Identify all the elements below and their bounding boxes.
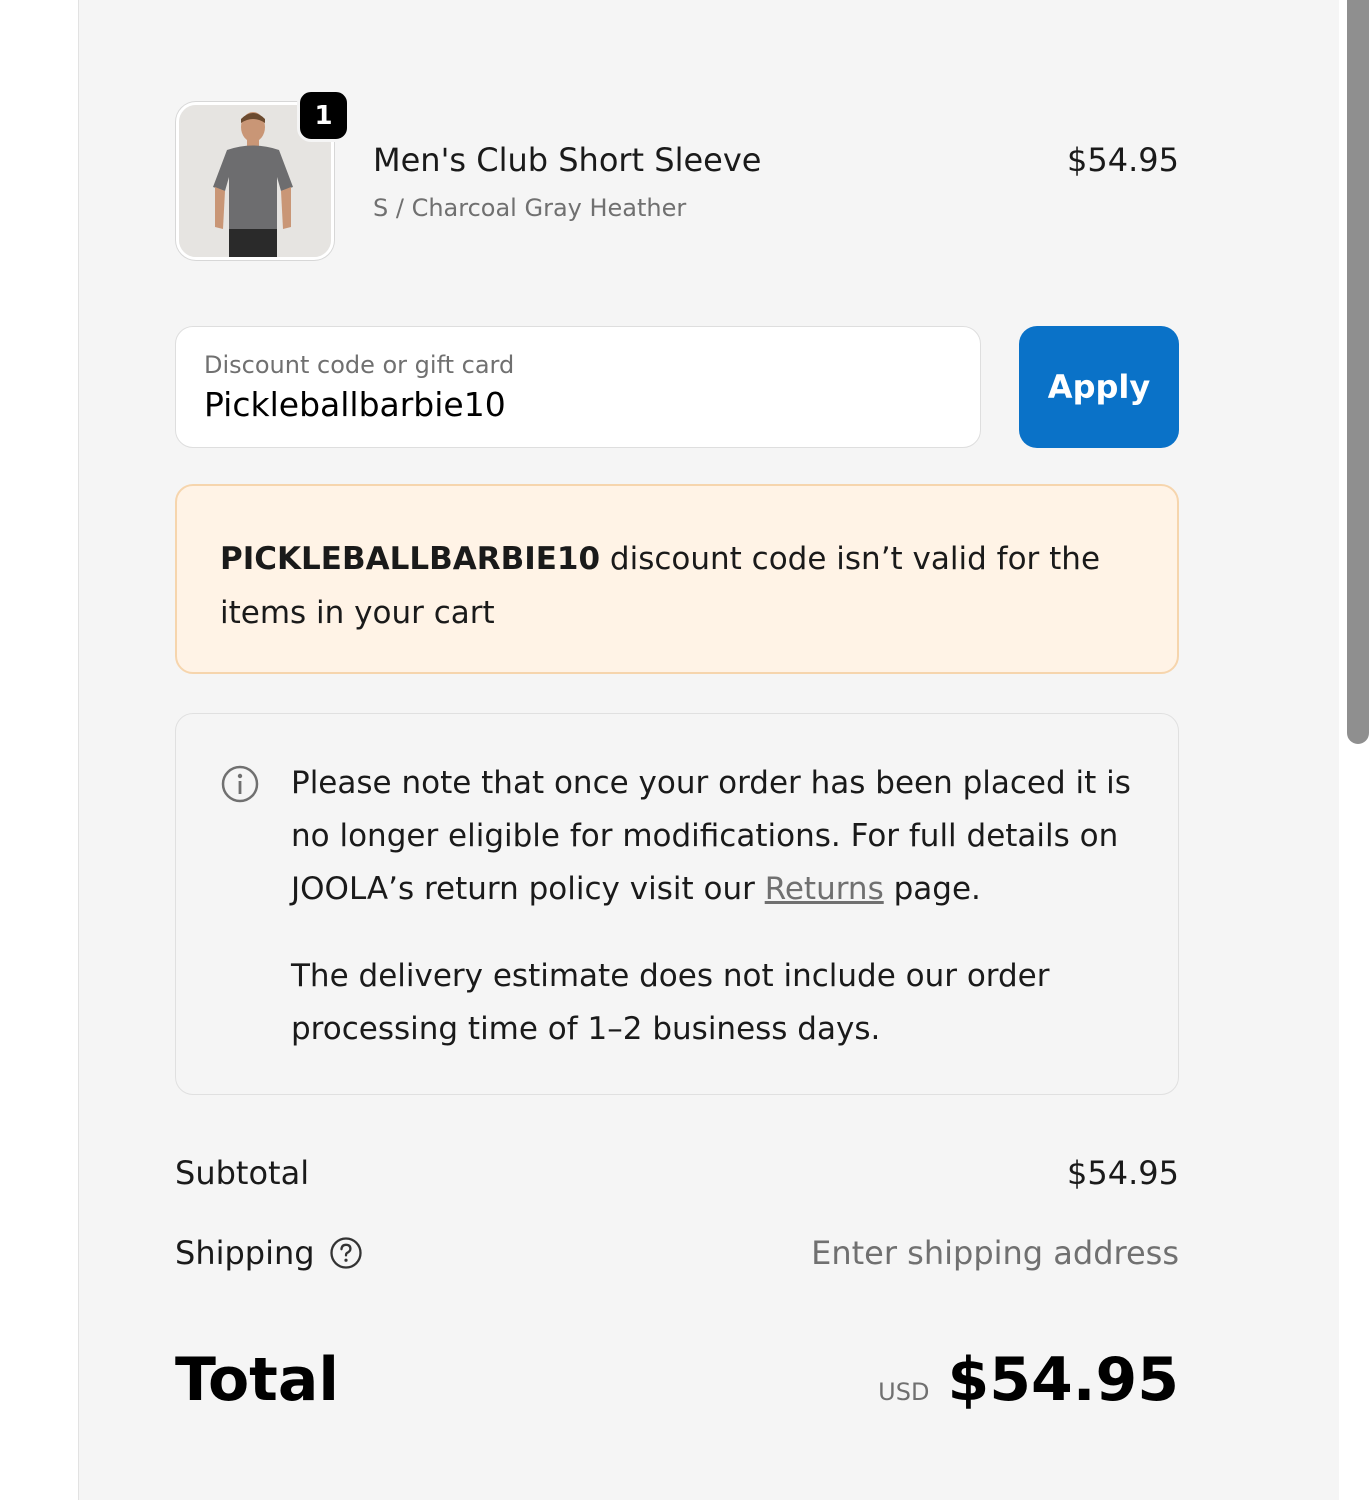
- product-variant: S / Charcoal Gray Heather: [373, 194, 687, 222]
- total-label: Total: [175, 1345, 339, 1415]
- subtotal-value: $54.95: [1067, 1154, 1179, 1192]
- notice-paragraph-delivery: The delivery estimate does not include o…: [291, 958, 1050, 1047]
- discount-field-label: Discount code or gift card: [204, 351, 515, 379]
- subtotal-label: Subtotal: [175, 1154, 310, 1192]
- scrollbar-thumb[interactable]: [1347, 0, 1369, 744]
- shipping-value: Enter shipping address: [811, 1234, 1179, 1272]
- notice-text-before-link: Please note that once your order has bee…: [291, 765, 1131, 907]
- shipping-row-label: Shipping: [175, 1234, 363, 1272]
- order-notice-box: Please note that once your order has bee…: [175, 713, 1179, 1095]
- total-value: $54.95: [947, 1345, 1179, 1415]
- error-discount-code: PICKLEBALLBARBIE10: [220, 541, 601, 577]
- product-name: Men's Club Short Sleeve: [373, 141, 762, 179]
- discount-field-value[interactable]: Pickleballbarbie10: [204, 385, 506, 424]
- notice-paragraph-returns: Please note that once your order has bee…: [291, 757, 1151, 916]
- info-icon: [221, 765, 259, 803]
- product-price: $54.95: [1067, 141, 1179, 179]
- notice-text: Please note that once your order has bee…: [291, 757, 1151, 1056]
- discount-code-input[interactable]: Discount code or gift card Pickleballbar…: [175, 326, 981, 448]
- currency-code: USD: [878, 1378, 930, 1406]
- question-circle-icon[interactable]: [329, 1236, 363, 1270]
- apply-discount-button[interactable]: Apply: [1019, 326, 1179, 448]
- total-amount: USD $54.95: [878, 1345, 1179, 1415]
- page-left-margin: [0, 0, 79, 1500]
- notice-text-after-link: page.: [883, 871, 981, 907]
- shipping-label: Shipping: [175, 1234, 315, 1272]
- discount-error-banner: PICKLEBALLBARBIE10 discount code isn’t v…: [175, 484, 1179, 674]
- returns-link[interactable]: Returns: [765, 871, 884, 907]
- quantity-badge: 1: [297, 89, 350, 142]
